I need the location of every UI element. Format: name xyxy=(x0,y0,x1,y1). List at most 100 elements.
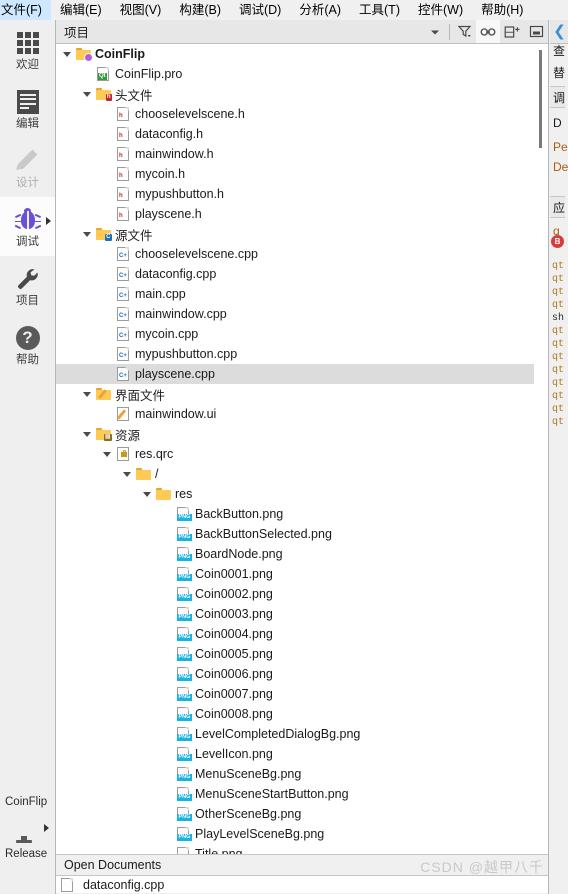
tree-row-icon: C+ xyxy=(114,324,132,344)
tree-row[interactable]: PNG Title.png xyxy=(56,844,534,854)
tree-row[interactable]: h mycoin.h xyxy=(56,164,534,184)
mode-edit[interactable]: 编辑 xyxy=(0,79,55,138)
expander-placeholder xyxy=(100,104,114,124)
tree-row[interactable]: C+ dataconfig.cpp xyxy=(56,264,534,284)
tree-row[interactable]: h mypushbutton.h xyxy=(56,184,534,204)
qrc-file-icon xyxy=(117,447,129,461)
menu-help[interactable]: 帮助(H) xyxy=(472,0,532,20)
tree-row-icon xyxy=(74,44,93,64)
right-panel-section[interactable]: Pe xyxy=(550,136,568,158)
tree-row[interactable]: / xyxy=(56,464,534,484)
filter-button[interactable] xyxy=(452,20,476,43)
png-file-icon: PNG xyxy=(177,627,192,641)
sync-with-editor-button[interactable] xyxy=(476,20,500,43)
tree-row[interactable]: PNG Coin0006.png xyxy=(56,664,534,684)
tree-row[interactable]: C+ main.cpp xyxy=(56,284,534,304)
right-panel-section[interactable]: De xyxy=(550,156,568,178)
tree-row-icon: PNG xyxy=(174,744,192,764)
tree-row-label: 界面文件 xyxy=(115,388,166,403)
menu-build[interactable]: 构建(B) xyxy=(170,0,230,20)
tree-row-label: mypushbutton.h xyxy=(135,187,224,201)
mode-debug-submenu-arrow-icon[interactable] xyxy=(46,217,51,225)
tree-row[interactable]: h 头文件 xyxy=(56,84,534,104)
tree-row[interactable]: PNG MenuSceneBg.png xyxy=(56,764,534,784)
expander-chevron-down-icon[interactable] xyxy=(80,424,94,444)
mode-welcome[interactable]: 欢迎 xyxy=(0,20,55,79)
expander-chevron-down-icon[interactable] xyxy=(140,484,154,504)
tree-row[interactable]: C+ mycoin.cpp xyxy=(56,324,534,344)
tree-row[interactable]: C 源文件 xyxy=(56,224,534,244)
scrollbar-thumb[interactable] xyxy=(539,50,542,148)
menu-debug[interactable]: 调试(D) xyxy=(230,0,290,20)
tree-row[interactable]: res xyxy=(56,484,534,504)
kit-icon-row[interactable] xyxy=(0,812,55,846)
tree-row-icon: C+ xyxy=(114,344,132,364)
menu-edit[interactable]: 编辑(E) xyxy=(51,0,111,20)
menu-tools[interactable]: 工具(T) xyxy=(350,0,409,20)
close-pane-button[interactable] xyxy=(524,20,548,43)
expander-placeholder xyxy=(160,544,174,564)
expander-chevron-down-icon[interactable] xyxy=(60,44,74,64)
menu-view[interactable]: 视图(V) xyxy=(111,0,171,20)
tree-row[interactable]: CoinFlip xyxy=(56,44,534,64)
open-documents-header[interactable]: Open Documents CSDN @越甲八千 xyxy=(56,854,548,876)
kit-build-config: Release xyxy=(5,848,48,860)
tree-row[interactable]: PNG PlayLevelSceneBg.png xyxy=(56,824,534,844)
tree-row[interactable]: C+ mypushbutton.cpp xyxy=(56,344,534,364)
project-tree[interactable]: CoinFlip Qt CoinFlip.pro h 头文件 h chooselevelsc… xyxy=(56,44,548,854)
mode-help[interactable]: ? 帮助 xyxy=(0,315,55,374)
expander-placeholder xyxy=(100,264,114,284)
split-view-button[interactable] xyxy=(500,20,524,43)
tree-row[interactable]: PNG MenuSceneStartButton.png xyxy=(56,784,534,804)
tree-row[interactable]: PNG Coin0007.png xyxy=(56,684,534,704)
view-dropdown-button[interactable] xyxy=(423,20,447,43)
tree-row[interactable]: PNG OtherSceneBg.png xyxy=(56,804,534,824)
open-document-item[interactable]: dataconfig.cpp xyxy=(56,876,548,893)
png-file-icon: PNG xyxy=(177,647,192,661)
mode-selector-bar: 欢迎 编辑 设计 调试 项目 ? 帮助 xyxy=(0,20,56,894)
expander-placeholder xyxy=(160,764,174,784)
menu-window[interactable]: 控件(W) xyxy=(409,0,472,20)
kit-selector[interactable]: CoinFlip Release xyxy=(0,795,55,873)
tree-row-icon: PNG xyxy=(174,664,192,684)
expander-chevron-down-icon[interactable] xyxy=(120,464,134,484)
tree-row[interactable]: PNG Coin0002.png xyxy=(56,584,534,604)
project-tree-scrollbar[interactable] xyxy=(534,44,548,854)
tree-row[interactable]: PNG BackButtonSelected.png xyxy=(56,524,534,544)
tree-row[interactable]: h mainwindow.h xyxy=(56,144,534,164)
tree-row[interactable]: h playscene.h xyxy=(56,204,534,224)
right-panel-code-line: qt xyxy=(552,261,565,272)
kit-submenu-arrow-icon[interactable] xyxy=(44,824,49,832)
tree-row[interactable]: C+ chooselevelscene.cpp xyxy=(56,244,534,264)
tree-row[interactable]: PNG BackButton.png xyxy=(56,504,534,524)
tree-row[interactable]: PNG Coin0004.png xyxy=(56,624,534,644)
right-panel-section[interactable]: q xyxy=(550,220,560,242)
tree-row[interactable]: C+ playscene.cpp xyxy=(56,364,534,384)
tree-row[interactable]: ▦ 资源 xyxy=(56,424,534,444)
tree-row[interactable]: C+ mainwindow.cpp xyxy=(56,304,534,324)
tree-row[interactable]: PNG LevelCompletedDialogBg.png xyxy=(56,724,534,744)
tree-row[interactable]: res.qrc xyxy=(56,444,534,464)
tree-row[interactable]: PNG Coin0003.png xyxy=(56,604,534,624)
tree-row[interactable]: Qt CoinFlip.pro xyxy=(56,64,534,84)
tree-row[interactable]: h dataconfig.h xyxy=(56,124,534,144)
menu-analyze[interactable]: 分析(A) xyxy=(290,0,350,20)
mode-projects[interactable]: 项目 xyxy=(0,256,55,315)
tree-row[interactable]: mainwindow.ui xyxy=(56,404,534,424)
expander-chevron-down-icon[interactable] xyxy=(80,384,94,404)
expander-chevron-down-icon[interactable] xyxy=(80,84,94,104)
tree-row[interactable]: PNG BoardNode.png xyxy=(56,544,534,564)
tree-row[interactable]: 界面文件 xyxy=(56,384,534,404)
menu-file[interactable]: 文件(F) xyxy=(0,0,51,20)
mode-debug[interactable]: 调试 xyxy=(0,197,55,256)
tree-row[interactable]: PNG Coin0001.png xyxy=(56,564,534,584)
tree-row[interactable]: PNG LevelIcon.png xyxy=(56,744,534,764)
tree-row[interactable]: PNG Coin0005.png xyxy=(56,644,534,664)
expander-chevron-down-icon[interactable] xyxy=(80,224,94,244)
tree-row-icon: PNG xyxy=(174,804,192,824)
png-file-icon: PNG xyxy=(177,507,192,521)
tree-row-icon: h xyxy=(114,184,132,204)
expander-chevron-down-icon[interactable] xyxy=(100,444,114,464)
tree-row[interactable]: PNG Coin0008.png xyxy=(56,704,534,724)
tree-row[interactable]: h chooselevelscene.h xyxy=(56,104,534,124)
